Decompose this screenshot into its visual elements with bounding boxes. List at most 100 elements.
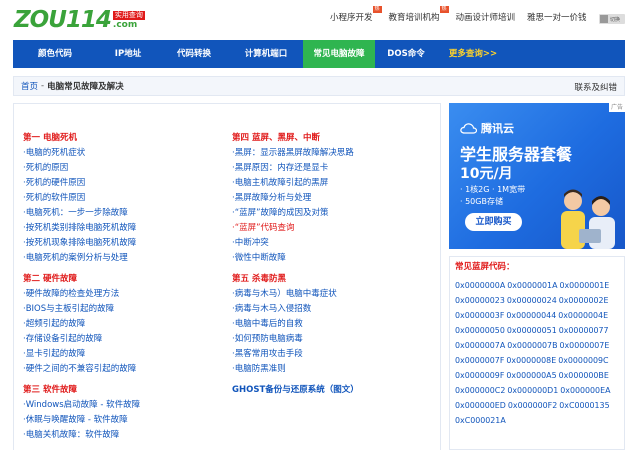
article-link[interactable]: ·微性中断故障 xyxy=(232,251,432,266)
code-link[interactable]: 0x00000077 xyxy=(559,323,609,338)
breadcrumb-home[interactable]: 首页 xyxy=(21,80,38,92)
code-link[interactable]: 0x00000024 xyxy=(507,293,557,308)
code-link[interactable]: 0x0000007B xyxy=(507,338,557,353)
code-link[interactable]: 0x000000A5 xyxy=(506,368,556,383)
ad-specs: · 1核2G · 1M宽带 · 50GB存储 xyxy=(460,185,526,206)
article-link[interactable]: ·如何预防电脑病毒 xyxy=(232,332,432,347)
code-link[interactable]: 0x0000003F xyxy=(455,308,504,323)
nav-item-code-convert[interactable]: 代码转换 xyxy=(159,40,229,68)
hot-badge-icon: 热 xyxy=(439,6,449,13)
code-link[interactable]: 0x0000002E xyxy=(559,293,609,308)
article-link[interactable]: ·黑屏原因：内存还是显卡 xyxy=(232,161,432,176)
article-link[interactable]: ·显卡引起的故障 xyxy=(23,347,223,362)
section-title: 第一 电脑死机 xyxy=(23,133,77,143)
top-link-education[interactable]: 教育培训机构热 xyxy=(389,6,449,23)
logo-domain: .com xyxy=(112,20,138,30)
nav-item-ip-address[interactable]: IP地址 xyxy=(97,40,159,68)
article-link[interactable]: ·电脑防黑准则 xyxy=(232,362,432,377)
article-link[interactable]: ·病毒与木马）电脑中毒症状 xyxy=(232,287,432,302)
nav-item-pc-faults[interactable]: 常见电脑故障 xyxy=(303,40,375,68)
ad-buy-button[interactable]: 立即购买 xyxy=(465,213,522,231)
code-link[interactable]: 0x0000007F xyxy=(455,353,504,368)
code-link[interactable]: 0x00000051 xyxy=(507,323,557,338)
nav-item-computer-port[interactable]: 计算机端口 xyxy=(229,40,303,68)
ad-headline: 学生服务器套餐 xyxy=(460,145,573,164)
code-link[interactable]: 0x0000009F xyxy=(455,368,504,383)
ad-label: 广告 xyxy=(608,103,625,112)
top-link-mini-program[interactable]: 小程序开发热 xyxy=(330,6,382,23)
bluescreen-codes-panel: 常见蓝屏代码： 0x0000000A 0x0000001A 0x0000001E 0… xyxy=(449,256,625,450)
article-link[interactable]: ·电脑死机的案例分析与处理 xyxy=(23,251,223,266)
breadcrumb-separator: - xyxy=(41,81,45,91)
code-link[interactable]: 0xC000021A xyxy=(455,413,506,428)
code-link[interactable]: 0x000000ED xyxy=(455,398,506,413)
code-link[interactable]: 0x000000F2 xyxy=(508,398,557,413)
fault-content-panel: 第一 电脑死机 ·电脑的死机症状 ·死机的原因 ·死机的硬件原因 ·死机的软件原… xyxy=(13,103,441,450)
code-link[interactable]: 0x0000001E xyxy=(559,278,609,293)
ghost-backup-link[interactable]: GHOST备份与还原系统（图文） xyxy=(232,383,432,398)
top-links: 小程序开发热 教育培训机构热 动画设计师培训 雅思一对一价钱 xyxy=(330,6,599,23)
article-link[interactable]: ·死机的软件原因 xyxy=(23,191,223,206)
nav-item-more[interactable]: 更多查询>> xyxy=(437,40,509,68)
code-link[interactable]: 0x0000008E xyxy=(506,353,556,368)
tencent-cloud-logo-icon xyxy=(460,122,477,134)
codes-list: 0x0000000A 0x0000001A 0x0000001E 0x0000002… xyxy=(455,278,625,428)
students-illustration-icon xyxy=(561,189,615,249)
right-column: 第四 蓝屏、黑屏、中断 ·黑屏：显示器黑屏故障解决思路 ·黑屏原因：内存还是显卡… xyxy=(232,131,432,398)
top-link-animation[interactable]: 动画设计师培训 xyxy=(456,11,516,23)
breadcrumb-current: 电脑常见故障及解决 xyxy=(47,82,124,92)
article-link[interactable]: ·死机的硬件原因 xyxy=(23,176,223,191)
logo-subtitle: 实用查询 xyxy=(112,11,145,20)
ad-price: 10元/月 xyxy=(460,166,513,182)
toggle-knob-icon xyxy=(600,15,608,23)
code-link[interactable]: 0x000000C2 xyxy=(455,383,505,398)
article-link-highlighted[interactable]: ·“蓝屏”代码查询 xyxy=(232,221,432,236)
article-link[interactable]: ·黑屏故障分析与处理 xyxy=(232,191,432,206)
hot-badge-icon: 热 xyxy=(372,6,382,13)
code-link[interactable]: 0x000000EA xyxy=(560,383,610,398)
article-link[interactable]: ·电脑死机：一步一步除故障 xyxy=(23,206,223,221)
article-link[interactable]: ·硬件之间的不兼容引起的故障 xyxy=(23,362,223,377)
breadcrumb: 首页 - 电脑常见故障及解决 联系及纠错 xyxy=(13,76,625,96)
code-link[interactable]: 0x00000023 xyxy=(455,293,505,308)
main-nav: 颜色代码 IP地址 代码转换 计算机端口 常见电脑故障 DOS命令 更多查询>> xyxy=(13,40,625,68)
ad-brand: 腾讯云 xyxy=(460,120,514,136)
article-link[interactable]: ·按死机现象排除电脑死机故障 xyxy=(23,236,223,251)
site-logo[interactable]: ZOU114 实用查询 .com xyxy=(14,4,145,32)
code-link[interactable]: 0x00000044 xyxy=(506,308,556,323)
article-link[interactable]: ·休眠与唤醒故障 - 软件故障 xyxy=(23,413,223,428)
code-link[interactable]: 0x0000007E xyxy=(559,338,609,353)
top-link-ielts[interactable]: 雅思一对一价钱 xyxy=(527,11,587,23)
article-link[interactable]: ·超频引起的故障 xyxy=(23,317,223,332)
code-link[interactable]: 0x0000009C xyxy=(558,353,608,368)
article-link[interactable]: ·按死机类别排除电脑死机故障 xyxy=(23,221,223,236)
feedback-link[interactable]: 联系及纠错 xyxy=(574,81,617,93)
nav-item-color-code[interactable]: 颜色代码 xyxy=(13,40,97,68)
code-link[interactable]: 0x000000BE xyxy=(559,368,609,383)
article-link[interactable]: ·黑客常用攻击手段 xyxy=(232,347,432,362)
tencent-cloud-ad[interactable]: 广告 腾讯云 学生服务器套餐 10元/月 · 1核2G · 1M宽带 · 50G… xyxy=(449,103,625,249)
article-link[interactable]: ·电脑主机故障引起的黑屏 xyxy=(232,176,432,191)
article-link[interactable]: ·中断冲突 xyxy=(232,236,432,251)
article-link[interactable]: ·BIOS与主板引起的故障 xyxy=(23,302,223,317)
section-title: 第三 软件故障 xyxy=(23,385,77,395)
article-link[interactable]: ·电脑关机故障：软件故障 xyxy=(23,428,223,443)
article-link[interactable]: ·存储设备引起的故障 xyxy=(23,332,223,347)
article-link[interactable]: ·“蓝屏”故障的成因及对策 xyxy=(232,206,432,221)
article-link[interactable]: ·死机的原因 xyxy=(23,161,223,176)
theme-toggle[interactable]: 切换 xyxy=(599,14,625,24)
article-link[interactable]: ·黑屏：显示器黑屏故障解决思路 xyxy=(232,146,432,161)
code-link[interactable]: 0xC0000135 xyxy=(559,398,609,413)
article-link[interactable]: ·硬件故障的检查处理方法 xyxy=(23,287,223,302)
article-link[interactable]: ·电脑中毒后的自救 xyxy=(232,317,432,332)
code-link[interactable]: 0x0000001A xyxy=(507,278,557,293)
code-link[interactable]: 0x0000007A xyxy=(455,338,505,353)
code-link[interactable]: 0x00000050 xyxy=(455,323,505,338)
nav-item-dos-commands[interactable]: DOS命令 xyxy=(375,40,437,68)
article-link[interactable]: ·Windows启动故障 - 软件故障 xyxy=(23,398,223,413)
code-link[interactable]: 0x0000000A xyxy=(455,278,505,293)
code-link[interactable]: 0x0000004E xyxy=(558,308,608,323)
code-link[interactable]: 0x000000D1 xyxy=(507,383,558,398)
article-link[interactable]: ·电脑的死机症状 xyxy=(23,146,223,161)
article-link[interactable]: ·病毒与木马入侵招数 xyxy=(232,302,432,317)
